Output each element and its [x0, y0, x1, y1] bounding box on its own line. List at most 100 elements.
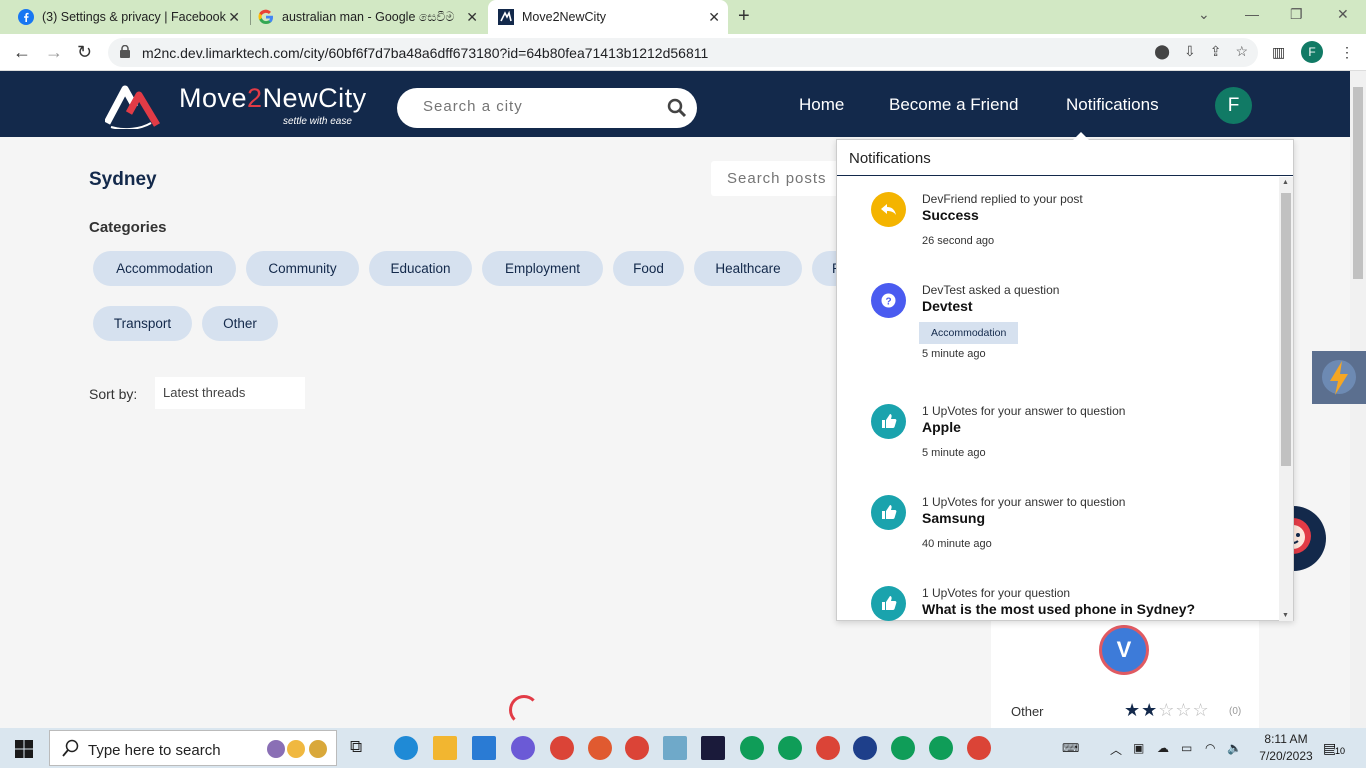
- back-icon[interactable]: ←: [13, 42, 31, 63]
- meet-icon[interactable]: ▣: [1133, 741, 1144, 755]
- search-icon[interactable]: [667, 98, 687, 118]
- site-header: Move2NewCity settle with ease Home Becom…: [0, 71, 1350, 137]
- notification-text: DevTest asked a question: [922, 283, 1060, 297]
- keyboard-icon[interactable]: ⌨: [1062, 741, 1079, 755]
- notification-time: 26 second ago: [922, 235, 995, 247]
- notification-item[interactable]: 1 UpVotes for your question What is the …: [837, 571, 1279, 621]
- chrome-profile-icon[interactable]: [816, 736, 840, 760]
- notification-item[interactable]: 1 UpVotes for your answer to question Sa…: [837, 480, 1279, 571]
- battery-icon[interactable]: ▭: [1181, 741, 1192, 755]
- volume-icon[interactable]: 🔈: [1227, 741, 1242, 755]
- taskbar-clock[interactable]: 8:11 AM 7/20/2023: [1256, 731, 1316, 765]
- rating-label: Other: [1011, 704, 1044, 719]
- post-search: [711, 161, 841, 196]
- intellij-icon[interactable]: [701, 736, 725, 760]
- city-search-input[interactable]: [423, 98, 653, 115]
- browser-tab-move2newcity[interactable]: Move2NewCity ✕: [488, 0, 728, 34]
- rating-stars: ★★☆☆☆: [1124, 700, 1210, 721]
- category-chip-transport[interactable]: Transport: [93, 306, 192, 341]
- notepad-icon[interactable]: [663, 736, 687, 760]
- side-extension-button[interactable]: [1312, 351, 1366, 404]
- star-filled-icon: ★★: [1124, 700, 1159, 720]
- browser-tab-bar: (3) Settings & privacy | Facebook ✕ aust…: [0, 0, 1366, 34]
- scroll-up-icon[interactable]: ▲: [1282, 179, 1289, 186]
- nav-home[interactable]: Home: [799, 95, 844, 115]
- site-logo[interactable]: Move2NewCity settle with ease: [105, 81, 370, 131]
- menu-dots-icon[interactable]: ⋮: [1340, 44, 1354, 61]
- tray-chevron-icon[interactable]: ︿: [1110, 741, 1122, 758]
- facebook-icon: [18, 9, 34, 25]
- snipping-tool-icon[interactable]: [588, 736, 612, 760]
- sort-select[interactable]: Latest threads: [155, 377, 305, 409]
- location-icon[interactable]: ⬤: [1154, 43, 1170, 60]
- wifi-icon[interactable]: ◠: [1205, 741, 1215, 755]
- mail-icon[interactable]: [472, 736, 496, 760]
- nav-become-a-friend[interactable]: Become a Friend: [889, 95, 1018, 115]
- url-bar[interactable]: m2nc.dev.limarktech.com/city/60bf6f7d7ba…: [108, 38, 1258, 67]
- tab-title: (3) Settings & privacy | Facebook: [42, 10, 226, 24]
- chrome-profile-icon[interactable]: [929, 736, 953, 760]
- clock-time: 8:11 AM: [1264, 732, 1308, 746]
- new-tab-icon[interactable]: +: [738, 5, 750, 28]
- browser-tab-google[interactable]: australian man - Google සෙවීම ✕: [258, 0, 486, 34]
- search-posts-input[interactable]: [727, 170, 837, 187]
- notification-center-icon[interactable]: ▤ 10: [1323, 740, 1347, 758]
- star-empty-icon: ☆☆☆: [1158, 700, 1210, 720]
- close-tab-icon[interactable]: ✕: [466, 9, 478, 26]
- close-window-icon[interactable]: ✕: [1337, 6, 1349, 23]
- notification-item[interactable]: 1 UpVotes for your answer to question Ap…: [837, 389, 1279, 480]
- chrome-profile-icon[interactable]: [778, 736, 802, 760]
- category-chip-healthcare[interactable]: Healthcare: [694, 251, 802, 286]
- category-chip-community[interactable]: Community: [246, 251, 359, 286]
- category-chip-food[interactable]: Food: [613, 251, 684, 286]
- user-avatar[interactable]: F: [1215, 87, 1252, 124]
- chrome-icon[interactable]: [550, 736, 574, 760]
- browser-profile-avatar[interactable]: F: [1301, 41, 1323, 63]
- file-explorer-icon[interactable]: [433, 736, 457, 760]
- search-highlight-icon: [267, 740, 327, 758]
- logo-text: Move2NewCity: [179, 83, 367, 114]
- task-view-icon[interactable]: ⧉: [350, 737, 362, 757]
- close-tab-icon[interactable]: ✕: [228, 9, 240, 26]
- scroll-down-icon[interactable]: ▼: [1282, 612, 1289, 619]
- notifications-title: Notifications: [849, 150, 931, 167]
- chrome-profile-icon[interactable]: [625, 736, 649, 760]
- minimize-icon[interactable]: —: [1245, 6, 1259, 22]
- windows-start-icon[interactable]: [15, 740, 33, 758]
- member-avatar[interactable]: V: [1099, 625, 1149, 675]
- logo-text-part1: Move: [179, 83, 248, 113]
- taskbar-search[interactable]: Type here to search: [49, 730, 337, 766]
- category-chip-education[interactable]: Education: [369, 251, 472, 286]
- reload-icon[interactable]: ↻: [77, 42, 92, 63]
- lightning-app-icon[interactable]: [853, 736, 877, 760]
- category-chip-employment[interactable]: Employment: [482, 251, 603, 286]
- reply-icon: [871, 192, 906, 227]
- onedrive-icon[interactable]: ☁: [1157, 741, 1169, 755]
- close-tab-icon[interactable]: ✕: [708, 9, 720, 26]
- notification-subject: Success: [922, 207, 979, 223]
- chrome-profile-icon[interactable]: [891, 736, 915, 760]
- browser-tab-facebook[interactable]: (3) Settings & privacy | Facebook ✕: [18, 0, 248, 34]
- share-icon[interactable]: ⇪: [1210, 43, 1222, 60]
- side-panel-icon[interactable]: ▥: [1272, 44, 1285, 61]
- tab-title: Move2NewCity: [522, 10, 607, 24]
- nav-notifications[interactable]: Notifications: [1066, 95, 1159, 115]
- tab-title: australian man - Google සෙවීම: [282, 9, 455, 24]
- forward-icon[interactable]: →: [45, 42, 63, 63]
- chrome-profile-icon[interactable]: [740, 736, 764, 760]
- category-chip-accommodation[interactable]: Accommodation: [93, 251, 236, 286]
- notification-item[interactable]: ? DevTest asked a question Devtest Accom…: [837, 268, 1279, 380]
- tab-search-icon[interactable]: ⌄: [1198, 6, 1210, 23]
- edge-icon[interactable]: [394, 736, 418, 760]
- notification-subject: Devtest: [922, 298, 973, 314]
- restore-icon[interactable]: ❐: [1290, 6, 1303, 23]
- copilot-icon[interactable]: [511, 736, 535, 760]
- address-bar-row: ← → ↻ m2nc.dev.limarktech.com/city/60bf6…: [0, 34, 1366, 71]
- category-chip-other[interactable]: Other: [202, 306, 278, 341]
- notification-item[interactable]: DevFriend replied to your post Success 2…: [837, 177, 1279, 268]
- chrome-icon[interactable]: [967, 736, 991, 760]
- install-icon[interactable]: ⇩: [1184, 43, 1196, 60]
- notification-text: 1 UpVotes for your question: [922, 586, 1071, 600]
- notifications-scrollbar[interactable]: ▲ ▼: [1279, 177, 1293, 621]
- bookmark-star-icon[interactable]: ☆: [1235, 43, 1248, 60]
